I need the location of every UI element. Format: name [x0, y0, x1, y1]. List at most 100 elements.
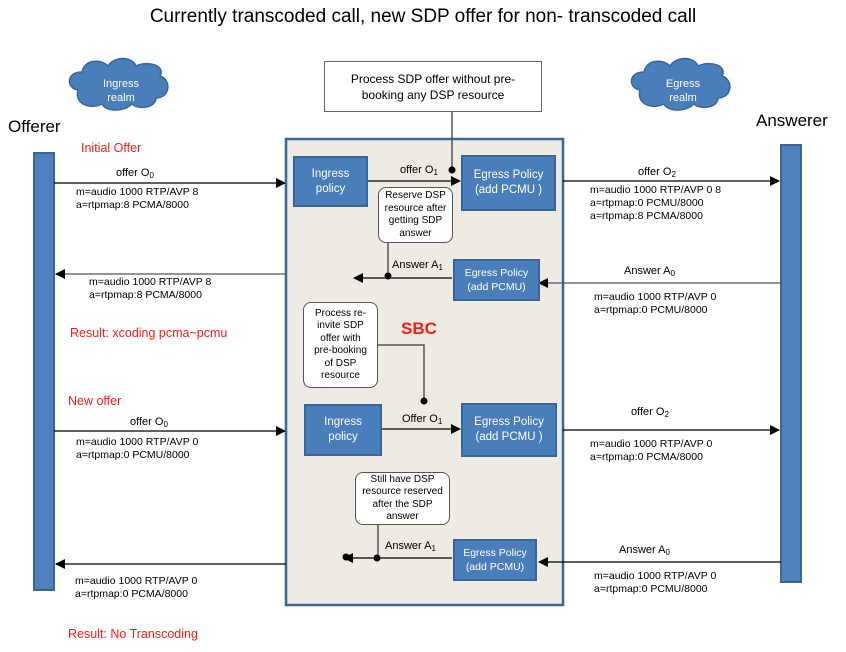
sdp-line: a=rtpmap:0 PCMU/8000: [590, 197, 704, 209]
still-have-dsp-note: Still have DSP resource reserved after the…: [355, 472, 450, 525]
sdp-line: m=audio 1000 RTP/AVP 0: [75, 575, 198, 587]
egress-policy-box-initial-top: Egress Policy (add PCMU ): [461, 155, 556, 211]
label-text: Answer A: [385, 540, 432, 552]
note-line: answer: [399, 227, 432, 239]
offer-o0-label: offer O0: [116, 167, 154, 180]
answerer-label: Answerer: [756, 111, 828, 130]
note-line: offer with: [320, 332, 361, 344]
label-subscript: 0: [149, 171, 154, 180]
offerer-label: Offerer: [8, 117, 61, 136]
note-line: answer: [386, 511, 419, 522]
label-subscript: 1: [431, 544, 436, 553]
label-subscript: 2: [664, 410, 669, 419]
box-text-line: Egress Policy: [463, 547, 527, 559]
sdp-line: a=rtpmap:0 PCMU/8000: [76, 449, 190, 461]
note-line: Process re-: [314, 307, 367, 319]
cloud-text-line: Egress: [665, 78, 701, 90]
box-text-line: policy: [315, 182, 346, 195]
result-new: Result: No Transcoding: [68, 627, 198, 641]
label-text: offer O: [631, 406, 665, 418]
sdp-line: m=audio 1000 RTP/AVP 0: [590, 438, 713, 450]
offerer-lifeline: [33, 152, 55, 591]
box-text-line: Ingress: [324, 416, 362, 428]
offer-o2-label-new: offer O2: [631, 406, 669, 419]
label-subscript: 0: [670, 269, 675, 278]
sdp-line: a=rtpmap:8 PCMA/8000: [76, 199, 189, 211]
sdp-line: a=rtpmap:0 PCMU/8000: [594, 583, 708, 595]
egress-policy-box-initial-bottom: Egress Policy (add PCMU): [453, 259, 540, 301]
ingress-policy-box-new: Ingress policy: [304, 404, 382, 456]
sdp-line: a=rtpmap:0 PCMA/8000: [75, 588, 188, 600]
sdp-line: a=rtpmap:8 PCMA/8000: [89, 289, 202, 301]
sdp-line: a=rtpmap:8 PCMA/8000: [590, 210, 703, 222]
offer-o0-sdp: m=audio 1000 RTP/AVP 8 a=rtpmap:8 PCMA/8…: [76, 186, 198, 212]
offer-o2-sdp-new: m=audio 1000 RTP/AVP 0 a=rtpmap:0 PCMA/8…: [590, 438, 712, 464]
process-reinvite-note: Process re-invite SDP offer with pre-booki…: [303, 302, 378, 388]
answer-a0-sdp-initial: m=audio 1000 RTP/AVP 0 a=rtpmap:0 PCMU/8…: [594, 291, 716, 317]
offer-o2-sdp-initial: m=audio 1000 RTP/AVP 0 8 a=rtpmap:0 PCMU…: [590, 184, 721, 223]
box-text-line: Egress Policy: [473, 169, 544, 181]
sbc-label: SBC: [401, 319, 437, 338]
label-text: offer O: [116, 167, 150, 179]
sdp-line: m=audio 1000 RTP/AVP 8: [76, 186, 199, 198]
answer-a0-label-initial: Answer A0: [624, 265, 675, 278]
answer-a1-label-new: Answer A1: [385, 540, 436, 553]
answer-a1-label-initial: Answer A1: [392, 259, 443, 272]
egress-policy-box-new-bottom: Egress Policy (add PCMU): [453, 539, 537, 581]
note-line: pre-booking: [314, 345, 367, 356]
offer-o2-label-initial: offer O2: [638, 166, 676, 179]
sdp-line: m=audio 1000 RTP/AVP 0 8: [590, 184, 722, 196]
top-process-note: Process SDP offer without pre-booking an…: [324, 61, 542, 112]
egress-policy-box-new-top: Egress Policy (add PCMU ): [461, 403, 557, 457]
cloud-text-line: Ingress: [102, 78, 140, 90]
sdp-line: a=rtpmap:0 PCMA/8000: [590, 451, 703, 463]
label-subscript: 0: [163, 420, 168, 429]
box-text-line: (add PCMU): [467, 281, 526, 293]
box-text-line: Egress Policy: [474, 416, 544, 428]
ingress-policy-box-initial: Ingress policy: [293, 156, 368, 207]
note-line: Still have DSP: [370, 473, 435, 485]
sdp-line: a=rtpmap:0 PCMU/8000: [594, 304, 708, 316]
answer-back-sdp-initial: m=audio 1000 RTP/AVP 8 a=rtpmap:8 PCMA/8…: [89, 276, 211, 302]
label-subscript: 1: [433, 168, 438, 177]
answer-a0-sdp-new: m=audio 1000 RTP/AVP 0 a=rtpmap:0 PCMU/8…: [594, 570, 716, 596]
diagram-title: Currently transcoded call, new SDP offer…: [149, 6, 697, 27]
sdp-line: m=audio 1000 RTP/AVP 8: [89, 276, 212, 288]
offer-o1-label-initial: offer O1: [400, 164, 438, 177]
box-text-line: (add PCMU ): [474, 184, 543, 196]
box-text-line: Ingress: [311, 167, 350, 180]
offer-o1-label-new: Offer O1: [402, 413, 442, 426]
answer-back-sdp-new: m=audio 1000 RTP/AVP 0 a=rtpmap:0 PCMA/8…: [75, 575, 197, 601]
offer-o0-label-new: offer O0: [130, 416, 168, 429]
offer-o0-sdp-new: m=audio 1000 RTP/AVP 0 a=rtpmap:0 PCMU/8…: [76, 436, 198, 462]
box-text-line: (add PCMU): [465, 561, 525, 573]
label-subscript: 1: [438, 263, 443, 272]
note-line: getting SDP: [388, 215, 443, 226]
egress-realm-label: Egress realm: [658, 77, 708, 105]
label-subscript: 2: [671, 170, 676, 179]
label-subscript: 0: [665, 548, 670, 557]
initial-offer-heading: Initial Offer: [81, 141, 142, 155]
note-line: invite SDP: [317, 320, 364, 331]
label-text: Answer A: [392, 259, 439, 271]
label-text: Answer A: [619, 544, 666, 556]
note-line: resource: [321, 370, 360, 381]
label-text: offer O: [130, 416, 164, 428]
answerer-lifeline: [780, 144, 802, 583]
reserve-dsp-note: Reserve DSP resource after getting SDP answ…: [378, 187, 453, 243]
label-text: Offer O: [402, 413, 438, 425]
sdp-line: m=audio 1000 RTP/AVP 0: [594, 570, 717, 582]
note-line: after the SDP: [372, 498, 433, 510]
ingress-realm-label: Ingress realm: [96, 77, 146, 105]
note-line: resource reserved: [362, 486, 443, 497]
label-text: offer O: [638, 166, 672, 178]
cloud-text-line: realm: [107, 92, 135, 104]
sdp-line: m=audio 1000 RTP/AVP 0: [594, 291, 717, 303]
label-text: Answer A: [624, 265, 671, 277]
result-initial: Result: xcoding pcma~pcmu: [70, 326, 228, 340]
label-subscript: 1: [437, 417, 443, 426]
box-text-line: Egress Policy: [464, 267, 529, 279]
box-text-line: policy: [328, 431, 358, 443]
note-line: resource after: [384, 202, 447, 214]
answer-a0-label-new: Answer A0: [619, 544, 670, 557]
